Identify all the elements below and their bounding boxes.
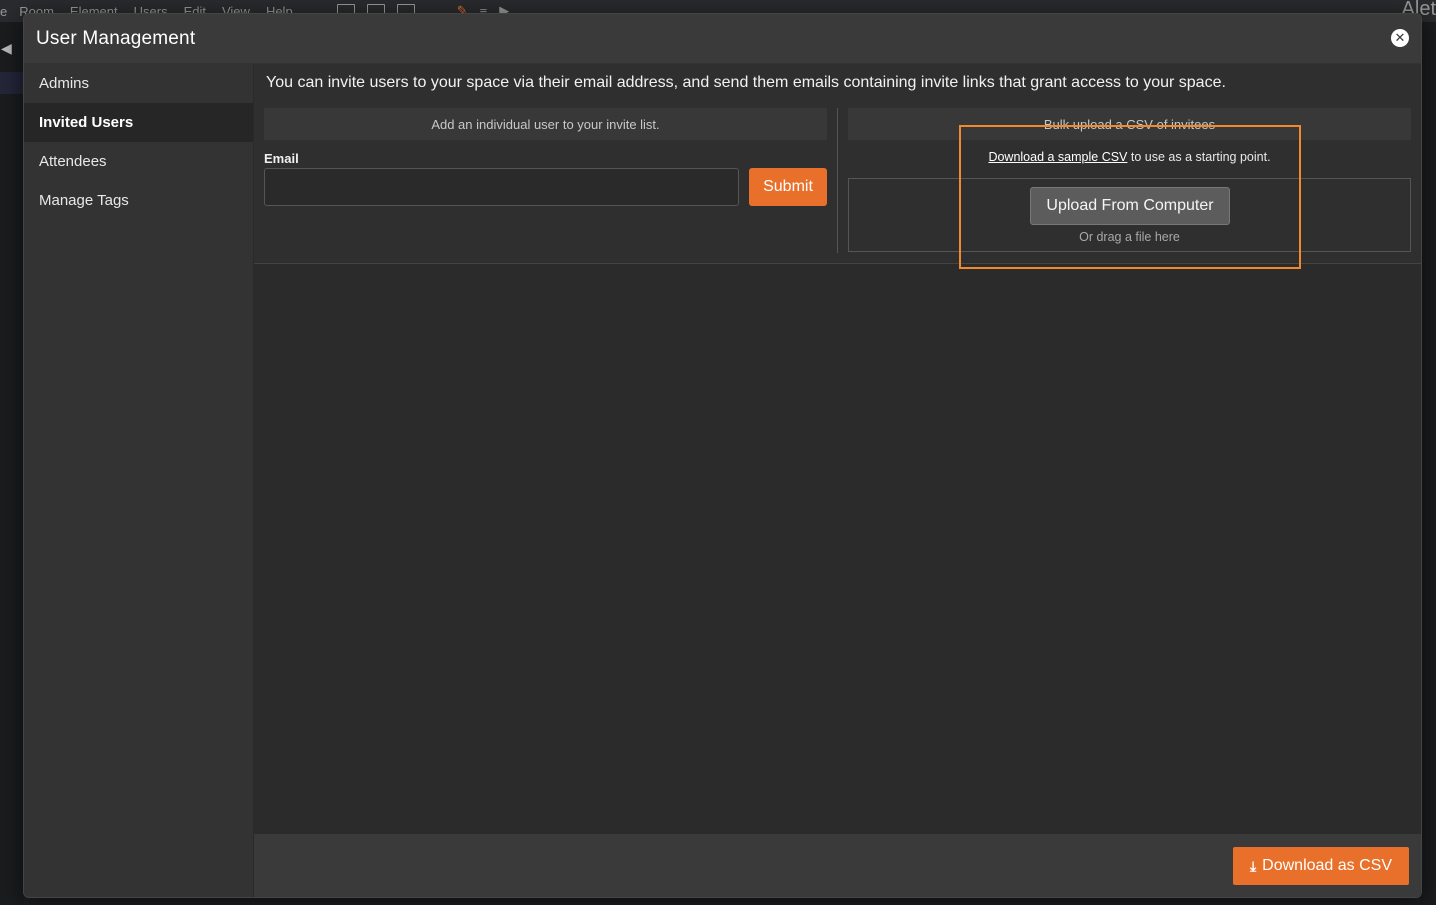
sample-csv-line: Download a sample CSV to use as a starti… — [848, 150, 1411, 164]
download-sample-csv-link[interactable]: Download a sample CSV — [988, 150, 1127, 164]
submit-button[interactable]: Submit — [749, 168, 827, 206]
sidebar-item-manage-tags[interactable]: Manage Tags — [24, 181, 253, 220]
modal-header: User Management ✕ — [24, 14, 1421, 64]
email-field[interactable] — [264, 168, 739, 206]
download-icon: ⤓ — [1249, 857, 1257, 874]
bulk-upload-header: Bulk upload a CSV of invitees — [848, 108, 1411, 140]
file-dropzone[interactable]: Upload From Computer Or drag a file here — [848, 178, 1411, 252]
upload-from-computer-button[interactable]: Upload From Computer — [1030, 187, 1230, 225]
modal-footer: ⤓ Download as CSV — [254, 834, 1421, 897]
sample-csv-suffix: to use as a starting point. — [1130, 150, 1271, 164]
sidebar-item-admins[interactable]: Admins — [24, 64, 253, 103]
sidebar: Admins Invited Users Attendees Manage Ta… — [24, 64, 254, 897]
megaphone-icon: ◀ — [1, 40, 12, 56]
user-management-modal: User Management ✕ Admins Invited Users A… — [23, 13, 1422, 898]
background-highlight — [0, 72, 24, 94]
download-csv-label: Download as CSV — [1262, 857, 1393, 874]
intro-text: You can invite users to your space via t… — [266, 74, 1226, 91]
drag-file-text: Or drag a file here — [1079, 230, 1180, 244]
download-csv-button[interactable]: ⤓ Download as CSV — [1233, 847, 1409, 885]
menu-item-partial[interactable]: e — [0, 4, 11, 19]
background-left-panel: ◀ — [0, 22, 24, 905]
close-icon[interactable]: ✕ — [1391, 29, 1409, 47]
email-label: Email — [264, 151, 299, 166]
section-divider — [837, 108, 838, 253]
modal-title: User Management — [36, 27, 196, 49]
invite-section: You can invite users to your space via t… — [254, 64, 1421, 269]
sidebar-item-attendees[interactable]: Attendees — [24, 142, 253, 181]
main-content: You can invite users to your space via t… — [254, 64, 1421, 897]
modal-body: Admins Invited Users Attendees Manage Ta… — [24, 64, 1421, 897]
sidebar-item-invited-users[interactable]: Invited Users — [24, 103, 253, 142]
individual-invite-header: Add an individual user to your invite li… — [264, 108, 827, 140]
background-right-panel — [1420, 22, 1436, 905]
